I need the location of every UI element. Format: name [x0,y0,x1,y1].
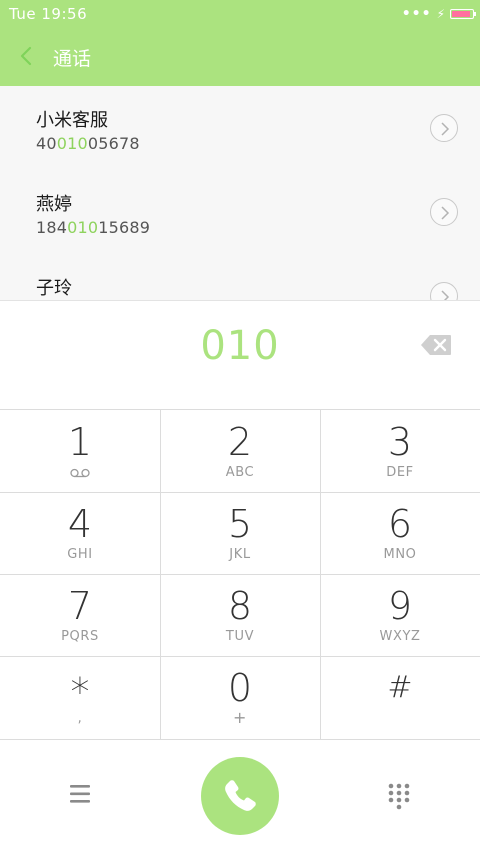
voicemail-icon [70,468,90,478]
key-7[interactable]: 7 PQRS [0,574,160,656]
dialpad-icon [388,783,410,810]
contact-name: 燕婷 [36,194,72,215]
number-match-highlight: 010 [56,134,88,153]
more-dots-icon: ••• [401,6,432,22]
list-item[interactable]: 燕婷 18401015689 [0,170,480,254]
backspace-button[interactable] [420,334,452,356]
dialpad-toggle-button[interactable] [386,782,412,810]
status-icons: ••• ⚡ [401,6,476,22]
top-bar: Tue 19:56 ••• ⚡ 通话 [0,0,480,86]
contact-name: 子玲 [36,278,72,299]
number-match-highlight: 010 [67,218,99,237]
menu-icon [70,785,90,803]
list-item[interactable]: 子玲 [0,254,480,300]
key-star[interactable]: * , [0,656,160,738]
chevron-right-icon [441,290,450,300]
menu-button[interactable] [66,782,94,806]
chevron-right-icon [441,206,450,220]
chevron-right-icon [441,122,450,136]
status-time: Tue 19:56 [9,5,88,23]
key-3[interactable]: 3 DEF [320,410,480,492]
chevron-left-icon [20,46,32,66]
key-1[interactable]: 1 [0,410,160,492]
contact-suggestion-list: 小米客服 4001005678 燕婷 18401015689 子玲 [0,86,480,300]
contact-number: 4001005678 [36,134,140,153]
backspace-icon [421,335,451,355]
key-hash[interactable]: # [320,656,480,738]
key-0[interactable]: 0 + [160,656,320,738]
list-item[interactable]: 小米客服 4001005678 [0,86,480,170]
contact-detail-button[interactable] [430,198,458,226]
header: 通话 [0,28,480,86]
dial-keypad: 1 2 ABC 3 DEF 4 GHI 5 JKL 6 MNO 7 PQRS 8… [0,409,480,740]
key-5[interactable]: 5 JKL [160,492,320,574]
bottom-bar [0,739,480,853]
key-2[interactable]: 2 ABC [160,410,320,492]
contact-detail-button[interactable] [430,114,458,142]
key-6[interactable]: 6 MNO [320,492,480,574]
contact-number: 18401015689 [36,218,151,237]
contact-detail-button[interactable] [430,282,458,300]
battery-icon [450,9,476,19]
status-bar: Tue 19:56 ••• ⚡ [0,0,480,28]
call-button[interactable] [201,757,279,835]
key-9[interactable]: 9 WXYZ [320,574,480,656]
key-8[interactable]: 8 TUV [160,574,320,656]
back-button[interactable] [14,43,40,69]
number-display: 010 [0,301,480,409]
dialed-number: 010 [200,323,280,369]
page-title: 通话 [53,48,92,70]
contact-name: 小米客服 [36,110,108,131]
key-4[interactable]: 4 GHI [0,492,160,574]
charging-icon: ⚡ [436,7,445,21]
phone-icon [225,780,256,811]
